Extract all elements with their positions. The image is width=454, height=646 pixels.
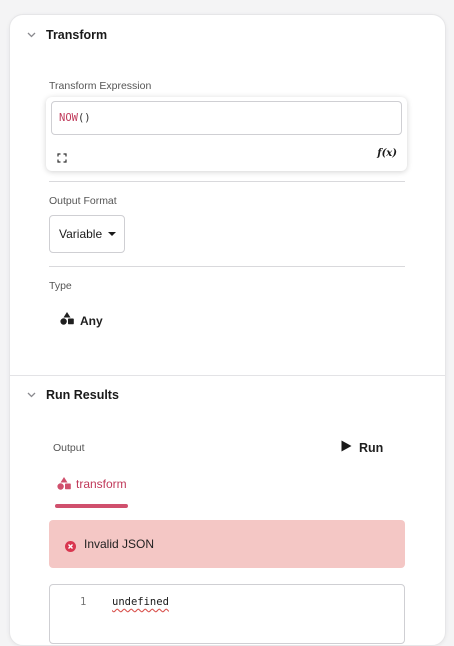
run-results-section-header[interactable]: Run Results: [10, 377, 445, 413]
code-line: undefined: [112, 596, 169, 608]
chevron-down-icon[interactable]: [26, 30, 36, 40]
transform-expression-label: Transform Expression: [49, 80, 152, 92]
run-button-label: Run: [359, 441, 384, 455]
shapes-icon: [57, 477, 71, 495]
function-icon[interactable]: f(x): [377, 148, 397, 159]
play-icon: [341, 439, 352, 457]
error-message-box: Invalid JSON: [49, 520, 405, 568]
output-code-viewer[interactable]: 1 undefined: [49, 584, 405, 644]
run-results-section-title: Run Results: [46, 388, 119, 402]
shapes-icon: [60, 312, 74, 330]
divider: [49, 266, 405, 267]
caret-down-icon: [108, 232, 116, 236]
error-circle-icon: [65, 539, 76, 552]
active-tab-indicator: [55, 504, 128, 508]
transform-panel: Transform Transform Expression NOW () f(…: [9, 14, 446, 646]
expression-parens: (): [77, 112, 91, 124]
type-label: Type: [49, 280, 72, 292]
expression-input[interactable]: NOW (): [51, 101, 402, 135]
expression-editor: NOW () f(x): [46, 97, 407, 171]
output-format-label: Output Format: [49, 195, 117, 207]
chevron-down-icon[interactable]: [26, 390, 36, 400]
expand-icon[interactable]: [57, 150, 67, 163]
expression-function-name: NOW: [59, 112, 78, 124]
tab-transform-label: transform: [76, 477, 127, 491]
output-label: Output: [53, 442, 85, 454]
transform-section-header[interactable]: Transform: [10, 17, 445, 53]
divider: [49, 181, 405, 182]
type-value-row: Any: [60, 312, 103, 330]
transform-section-title: Transform: [46, 28, 108, 42]
line-number: 1: [80, 596, 87, 608]
output-format-value: Variable: [59, 227, 103, 241]
output-format-select[interactable]: Variable: [49, 215, 125, 253]
section-separator: [10, 375, 445, 376]
run-button[interactable]: Run: [341, 439, 383, 457]
type-value: Any: [80, 314, 103, 328]
error-message: Invalid JSON: [84, 537, 155, 551]
